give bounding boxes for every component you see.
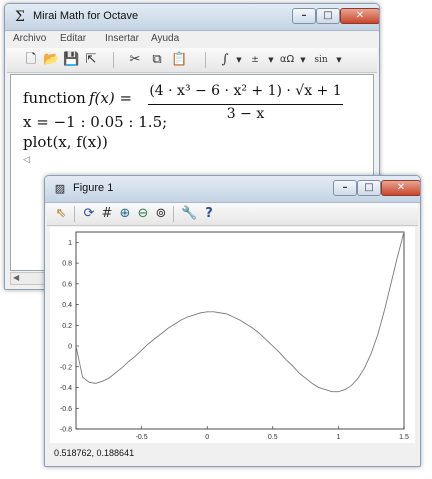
function-name: f(x) = <box>89 89 133 107</box>
figure-statusbar: 0.518762, 0.188641 <box>50 445 415 461</box>
figure-minimize-button[interactable]: – <box>333 180 357 196</box>
figure-window-title: Figure 1 <box>73 182 114 194</box>
main-titlebar[interactable]: Σ Mirai Math for Octave – □ ✕ <box>5 4 379 31</box>
function-keyword: function <box>23 89 86 107</box>
minimize-icon: – <box>342 182 348 193</box>
figure-window-icon: ▨ <box>54 182 66 195</box>
figure-toolbar: ⇖ ⟳ # ⊕ ⊖ ⊚ 🔧 ? <box>47 203 418 226</box>
function-curve <box>75 231 405 393</box>
close-icon: ✕ <box>396 182 406 193</box>
dropdown-arrow-icon[interactable]: ▼ <box>295 52 311 68</box>
toolbar-separator <box>205 52 206 68</box>
cursor-coordinates: 0.518762, 0.188641 <box>54 448 135 458</box>
y-tick-label: -0.8 <box>60 427 72 434</box>
zoom-out-icon[interactable]: ⊖ <box>135 206 151 222</box>
y-tick-label: 0.4 <box>62 302 72 309</box>
figure-titlebar[interactable]: ▨ Figure 1 – □ ✕ <box>45 176 420 203</box>
main-menubar: Archivo Editar Insertar Ayuda <box>7 31 377 48</box>
plot-canvas[interactable]: -0.5 0 0.5 1 1.5 1 0.8 0.6 0.4 0.2 0 -0.2 -0.4 -0.6 -0… <box>50 227 415 443</box>
cut-icon[interactable]: ✂ <box>127 52 143 68</box>
scroll-left-icon[interactable]: ◀ <box>13 273 19 282</box>
plot-axes-box <box>75 231 405 430</box>
figure-close-button[interactable]: ✕ <box>381 180 420 196</box>
main-toolbar: 🗋 📂 💾 ⇱ ✂ ⧉ 📋 ∫ ▼ ± ▼ αΩ ▼ sin ▼ <box>7 48 377 73</box>
open-folder-icon[interactable]: 📂 <box>43 52 59 68</box>
x-tick-label: 1 <box>336 434 340 441</box>
help-icon[interactable]: ? <box>201 206 217 222</box>
export-icon[interactable]: ⇱ <box>83 52 99 68</box>
axis-ticks: -0.5 0 0.5 1 1.5 1 0.8 0.6 0.4 0.2 0 -0.2 -0.4 -0.6 -0… <box>60 240 409 441</box>
y-tick-label: 1 <box>68 240 72 247</box>
y-tick-label: -0.2 <box>60 364 72 371</box>
grid-icon[interactable]: # <box>99 206 115 222</box>
plot-line[interactable]: plot(x, f(x)) <box>23 133 108 151</box>
y-tick-label: -0.6 <box>60 406 72 413</box>
menu-insertar[interactable]: Insertar <box>105 33 139 44</box>
insert-marker-icon: ◁ <box>23 155 30 165</box>
rotate-icon[interactable]: ⟳ <box>81 206 97 222</box>
y-tick-label: -0.4 <box>60 385 72 392</box>
zoom-auto-icon[interactable]: ⊚ <box>153 206 169 222</box>
settings-wrench-icon[interactable]: 🔧 <box>181 206 197 222</box>
fraction-numerator: (4 · x³ − 6 · x² + 1) · √x + 1 <box>149 83 342 99</box>
close-button[interactable]: ✕ <box>340 8 379 24</box>
y-tick-label: 0.2 <box>62 323 72 330</box>
x-tick-label: 0.5 <box>268 434 278 441</box>
minimize-icon: – <box>301 10 307 21</box>
x-tick-label: 0 <box>205 434 209 441</box>
greek-symbol-icon[interactable]: αΩ <box>279 52 295 68</box>
fraction-denominator: 3 − x <box>226 106 265 122</box>
sigma-icon: Σ <box>15 9 25 25</box>
save-icon[interactable]: 💾 <box>63 52 79 68</box>
fraction-bar <box>148 104 343 105</box>
main-window-title: Mirai Math for Octave <box>33 10 139 22</box>
maximize-icon: □ <box>323 10 333 21</box>
y-tick-label: 0 <box>68 344 72 351</box>
dropdown-arrow-icon[interactable]: ▼ <box>331 52 347 68</box>
x-tick-label: 1.5 <box>399 434 409 441</box>
y-tick-label: 0.6 <box>62 281 72 288</box>
figure-maximize-button[interactable]: □ <box>357 180 381 196</box>
function-icon[interactable]: sin <box>313 52 329 68</box>
toolbar-separator <box>74 206 75 222</box>
toolbar-separator <box>173 206 174 222</box>
menu-editar[interactable]: Editar <box>60 33 86 44</box>
dropdown-arrow-icon[interactable]: ▼ <box>263 52 279 68</box>
new-file-icon[interactable]: 🗋 <box>23 52 39 68</box>
figure-window: ▨ Figure 1 – □ ✕ ⇖ ⟳ # ⊕ ⊖ ⊚ 🔧 ? -0.5 0 0.… <box>44 175 421 467</box>
edit-arrow-icon[interactable]: ⇖ <box>53 206 69 222</box>
y-tick-label: 0.8 <box>62 261 72 268</box>
menu-ayuda[interactable]: Ayuda <box>151 33 179 44</box>
x-tick-label: -0.5 <box>136 434 148 441</box>
fraction-icon[interactable]: ± <box>247 52 263 68</box>
close-icon: ✕ <box>355 10 365 21</box>
menu-archivo[interactable]: Archivo <box>13 33 46 44</box>
maximize-button[interactable]: □ <box>316 8 340 24</box>
copy-icon[interactable]: ⧉ <box>149 52 165 68</box>
minimize-button[interactable]: – <box>292 8 316 24</box>
paste-icon[interactable]: 📋 <box>171 52 187 68</box>
zoom-in-icon[interactable]: ⊕ <box>117 206 133 222</box>
range-line[interactable]: x = −1 : 0.05 : 1.5; <box>23 113 167 131</box>
toolbar-separator <box>113 52 114 68</box>
maximize-icon: □ <box>364 182 374 193</box>
dropdown-arrow-icon[interactable]: ▼ <box>231 52 247 68</box>
